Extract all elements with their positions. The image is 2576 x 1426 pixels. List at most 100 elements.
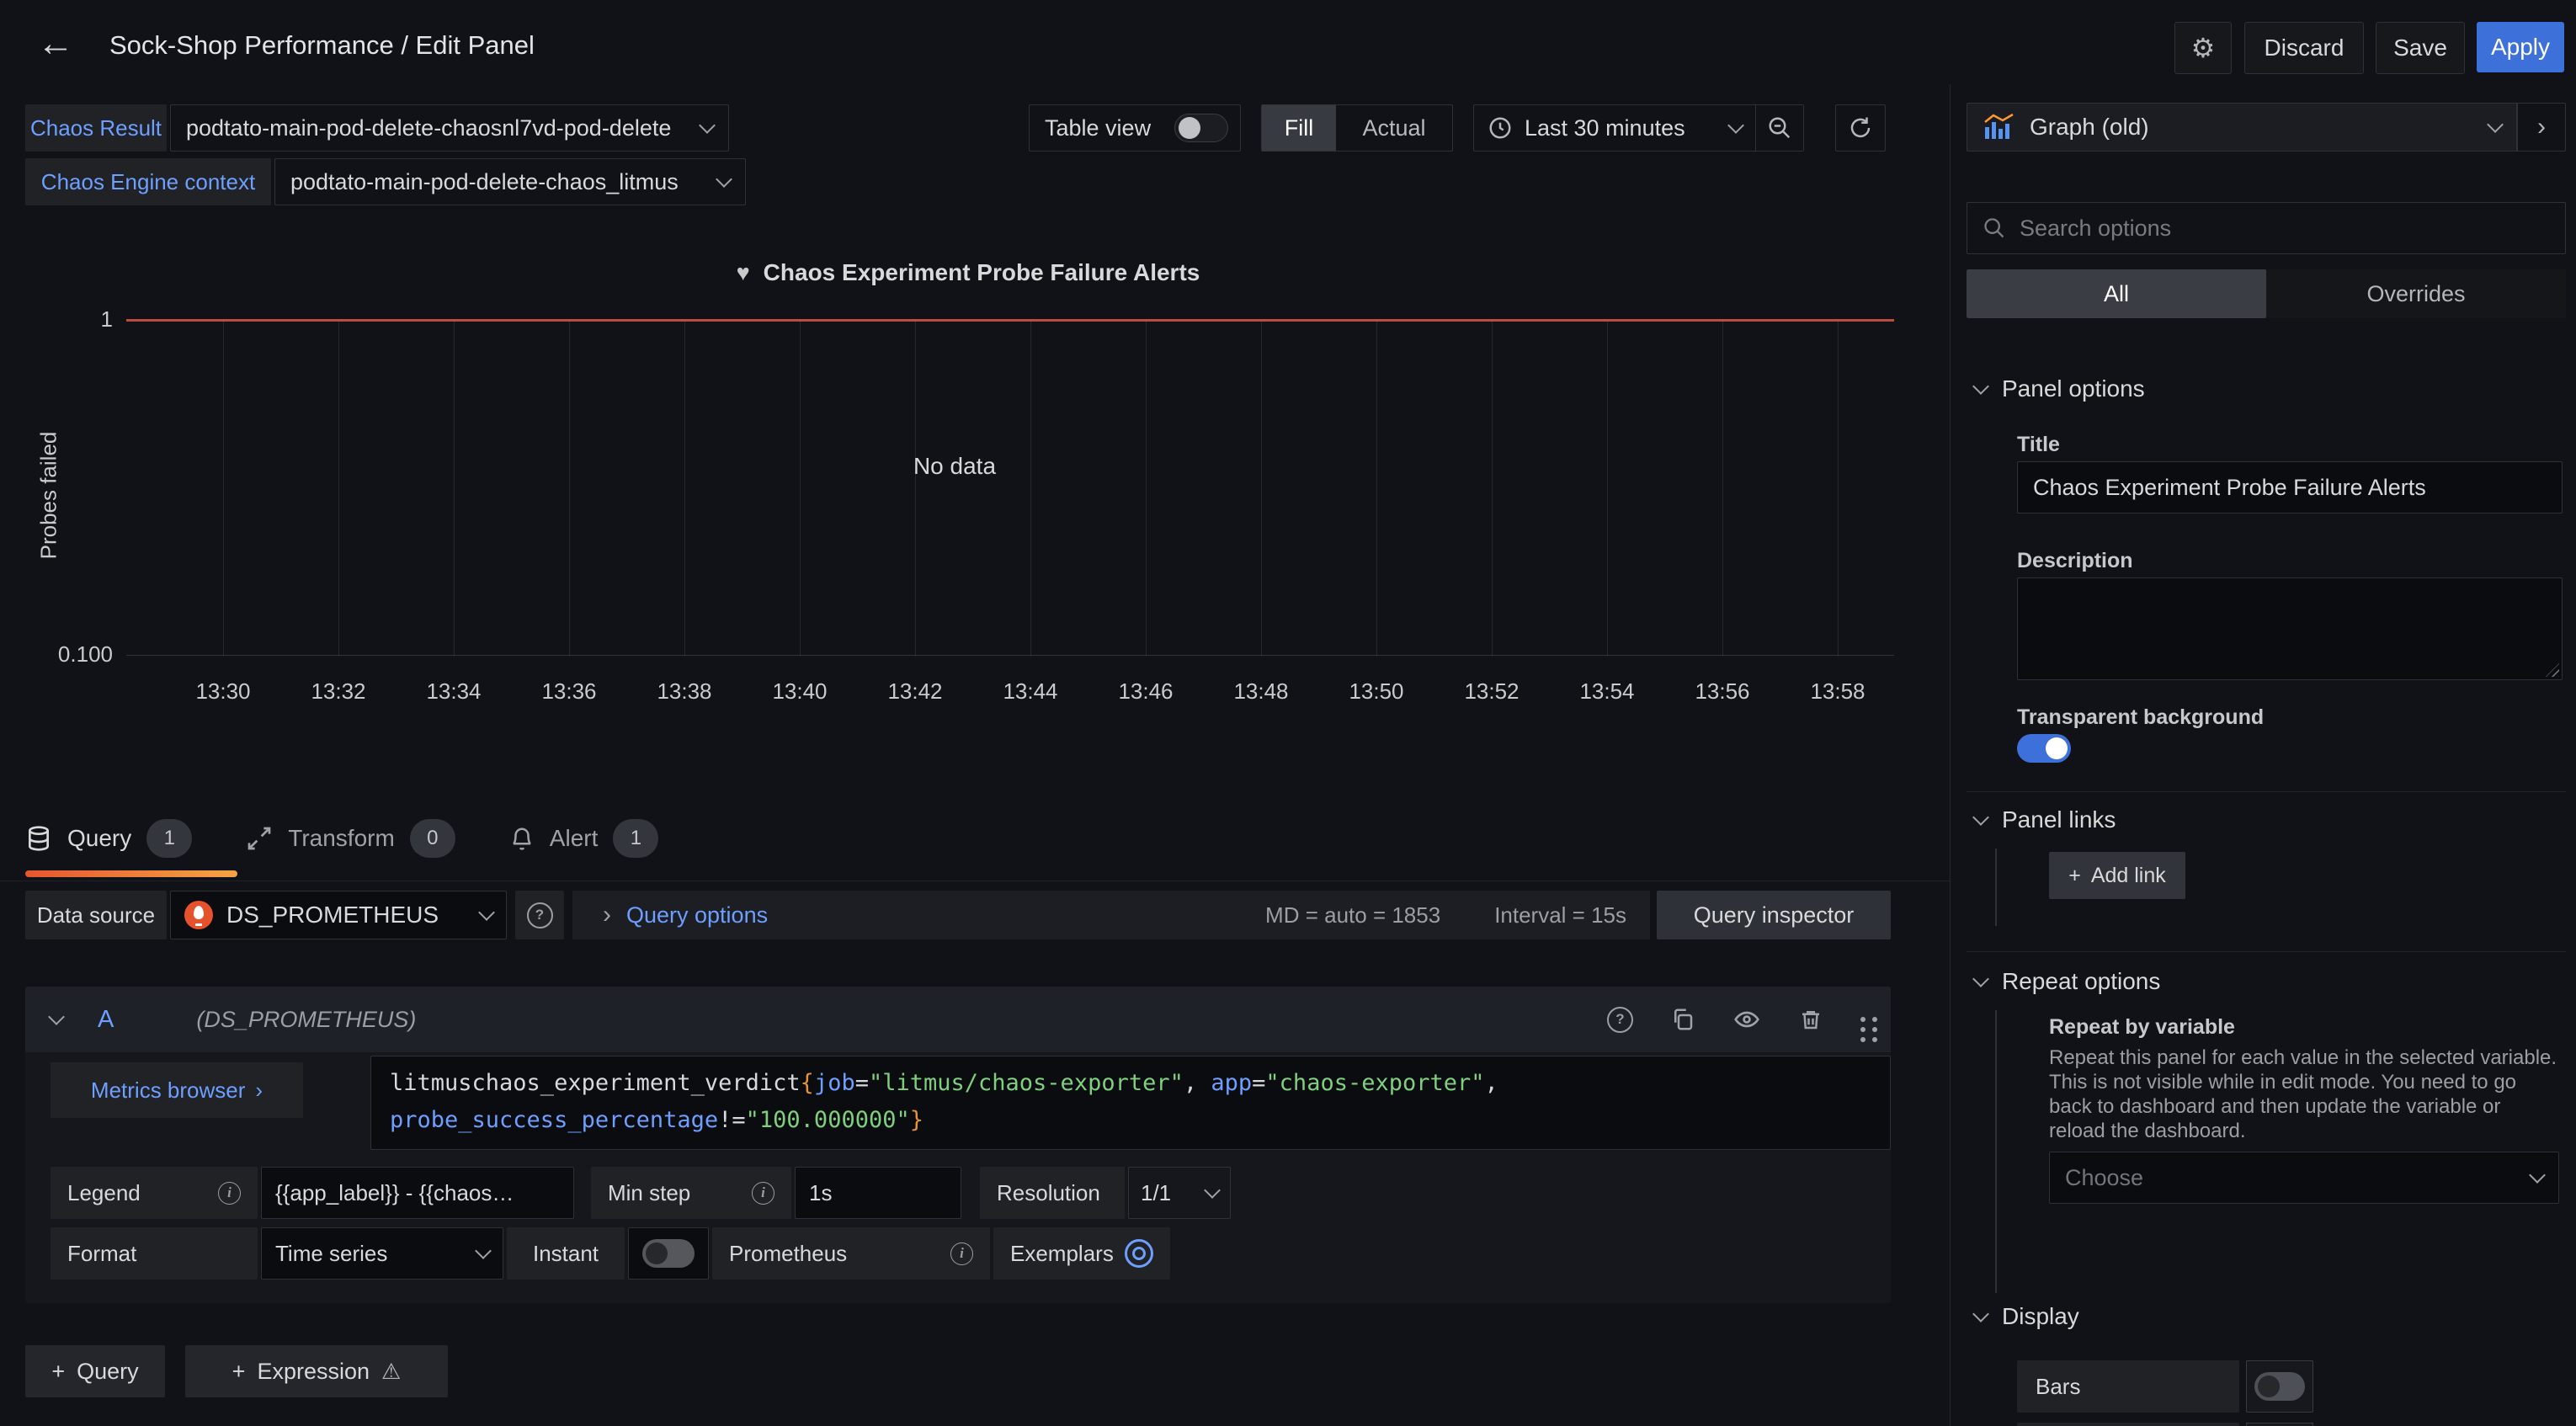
min-step-label: Min step [608,1180,690,1206]
variable-dropdown-chaos-result[interactable]: podtato-main-pod-delete-chaosnl7vd-pod-d… [170,104,729,152]
add-query-button[interactable]: + Query [25,1345,165,1397]
x-tick-label: 13:52 [1433,678,1551,705]
query-help-icon[interactable]: ? [1607,1007,1633,1033]
datasource-select[interactable]: DS_PROMETHEUS [170,891,507,939]
collapse-options-button[interactable]: › [2517,103,2566,152]
panel-options-header[interactable]: Panel options [1975,375,2145,402]
format-select[interactable]: Time series [261,1227,503,1280]
x-tick-label: 13:40 [741,678,859,705]
tab-query[interactable]: Query 1 [25,819,192,858]
eye-icon[interactable] [1732,1006,1761,1033]
tab-alert[interactable]: Alert 1 [509,819,659,858]
plot-area[interactable] [126,319,1894,656]
resize-handle[interactable] [2546,663,2559,677]
repeat-options-header[interactable]: Repeat options [1975,968,2160,995]
gridline [1376,322,1377,656]
chevron-right-icon: › [603,901,611,929]
chart-title-row[interactable]: ♥ Chaos Experiment Probe Failure Alerts [547,259,1389,286]
add-expression-button[interactable]: + Expression ⚠ [185,1345,448,1397]
bars-toggle-box [2246,1360,2313,1413]
x-tick-label: 13:44 [971,678,1089,705]
apply-button[interactable]: Apply [2477,22,2564,72]
exemplars-box: Exemplars [993,1227,1170,1280]
save-button[interactable]: Save [2376,22,2465,74]
exemplars-label: Exemplars [1010,1241,1114,1267]
search-placeholder: Search options [2020,215,2171,242]
actual-option[interactable]: Actual [1336,105,1452,151]
x-tick-label: 13:30 [164,678,282,705]
metrics-browser-button[interactable]: Metrics browser › [51,1062,303,1118]
back-arrow-icon[interactable]: ← [37,24,74,64]
promql-editor[interactable]: litmuschaos_experiment_verdict{job="litm… [370,1056,1891,1150]
visualization-picker[interactable]: Graph (old) [1967,103,2517,152]
chevron-down-icon [475,1242,492,1259]
gridline [223,322,224,656]
tab-transform[interactable]: Transform 0 [246,819,455,858]
search-icon [1983,216,2006,240]
section-divider [1967,791,2566,792]
promql-token: = [1252,1070,1265,1096]
trash-icon[interactable] [1798,1006,1823,1033]
legend-label: Legend [67,1180,141,1206]
panel-settings-button[interactable]: ⚙ [2174,22,2232,74]
variable-label-text: Chaos Engine context [41,169,255,195]
promql-token: litmuschaos_experiment_verdict [390,1070,801,1096]
tab-overrides[interactable]: Overrides [2266,269,2566,318]
tab-count-badge: 1 [613,819,658,858]
drag-handle-icon[interactable] [1860,1017,1865,1022]
gridline [1146,322,1147,656]
discard-button[interactable]: Discard [2244,22,2364,74]
query-inspector-button[interactable]: Query inspector [1657,891,1891,939]
gridline [1492,322,1493,656]
fill-option[interactable]: Fill [1262,105,1336,151]
query-row-header[interactable]: A (DS_PROMETHEUS) ? [25,987,1891,1052]
min-step-input[interactable]: 1s [795,1167,961,1219]
prometheus-type-label: Prometheus [729,1241,847,1267]
repeat-by-variable-label: Repeat by variable [2049,1015,2235,1040]
section-title: Repeat options [2002,968,2160,995]
collapse-chevron-icon[interactable] [48,1008,65,1025]
promql-token: "100.000000" [746,1107,910,1133]
options-tabs: All Overrides [1967,269,2566,318]
query-options-link[interactable]: Query options [626,902,1265,928]
repeat-description: Repeat this panel for each value in the … [2049,1046,2559,1143]
transparent-background-toggle[interactable] [2017,734,2071,763]
promql-token: { [801,1070,814,1096]
instant-label-box: Instant [507,1227,625,1280]
info-icon: i [950,1242,973,1265]
toggle-knob [646,1242,668,1264]
panel-links-header[interactable]: Panel links [1975,806,2116,833]
bars-toggle[interactable] [2254,1372,2305,1401]
panel-title-input[interactable]: Chaos Experiment Probe Failure Alerts [2017,461,2563,513]
alert-threshold-line [126,319,1894,322]
datasource-help-button[interactable]: ? [515,891,564,939]
x-tick-label: 13:56 [1663,678,1781,705]
section-divider [1967,951,2566,952]
variable-dropdown-chaos-engine-context[interactable]: podtato-main-pod-delete-chaos_litmus [274,158,746,205]
instant-toggle[interactable] [642,1239,695,1268]
panel-description-textarea[interactable] [2017,577,2563,680]
refresh-button[interactable] [1835,104,1886,152]
y-tick-1: 1 [76,306,113,333]
x-tick-label: 13:50 [1317,678,1435,705]
active-tab-underline [25,870,237,877]
resolution-select[interactable]: 1/1 [1128,1167,1231,1219]
legend-input[interactable]: {{app_label}} - {{chaos… [261,1167,574,1219]
add-query-label: Query [77,1359,139,1385]
expr-line-2: probe_success_percentage!="100.000000"} [390,1102,1871,1139]
table-view-toggle[interactable] [1174,114,1228,142]
search-options-input[interactable]: Search options [1967,202,2566,254]
x-tick-label: 13:42 [856,678,974,705]
display-header[interactable]: Display [1975,1303,2079,1330]
zoom-out-time-button[interactable] [1755,104,1804,152]
repeat-variable-select[interactable]: Choose [2049,1152,2559,1204]
query-options-strip: › Query options MD = auto = 1853 Interva… [572,891,1650,939]
tab-all[interactable]: All [1967,269,2266,318]
add-link-button[interactable]: + Add link [2049,852,2185,899]
x-tick-label: 13:48 [1202,678,1320,705]
prometheus-icon [184,901,213,929]
duplicate-icon[interactable] [1670,1006,1695,1033]
exemplars-target-icon[interactable] [1125,1239,1153,1268]
time-range-picker[interactable]: Last 30 minutes [1473,104,1756,152]
editor-tabs: Query 1 Transform 0 Alert 1 [25,808,658,869]
